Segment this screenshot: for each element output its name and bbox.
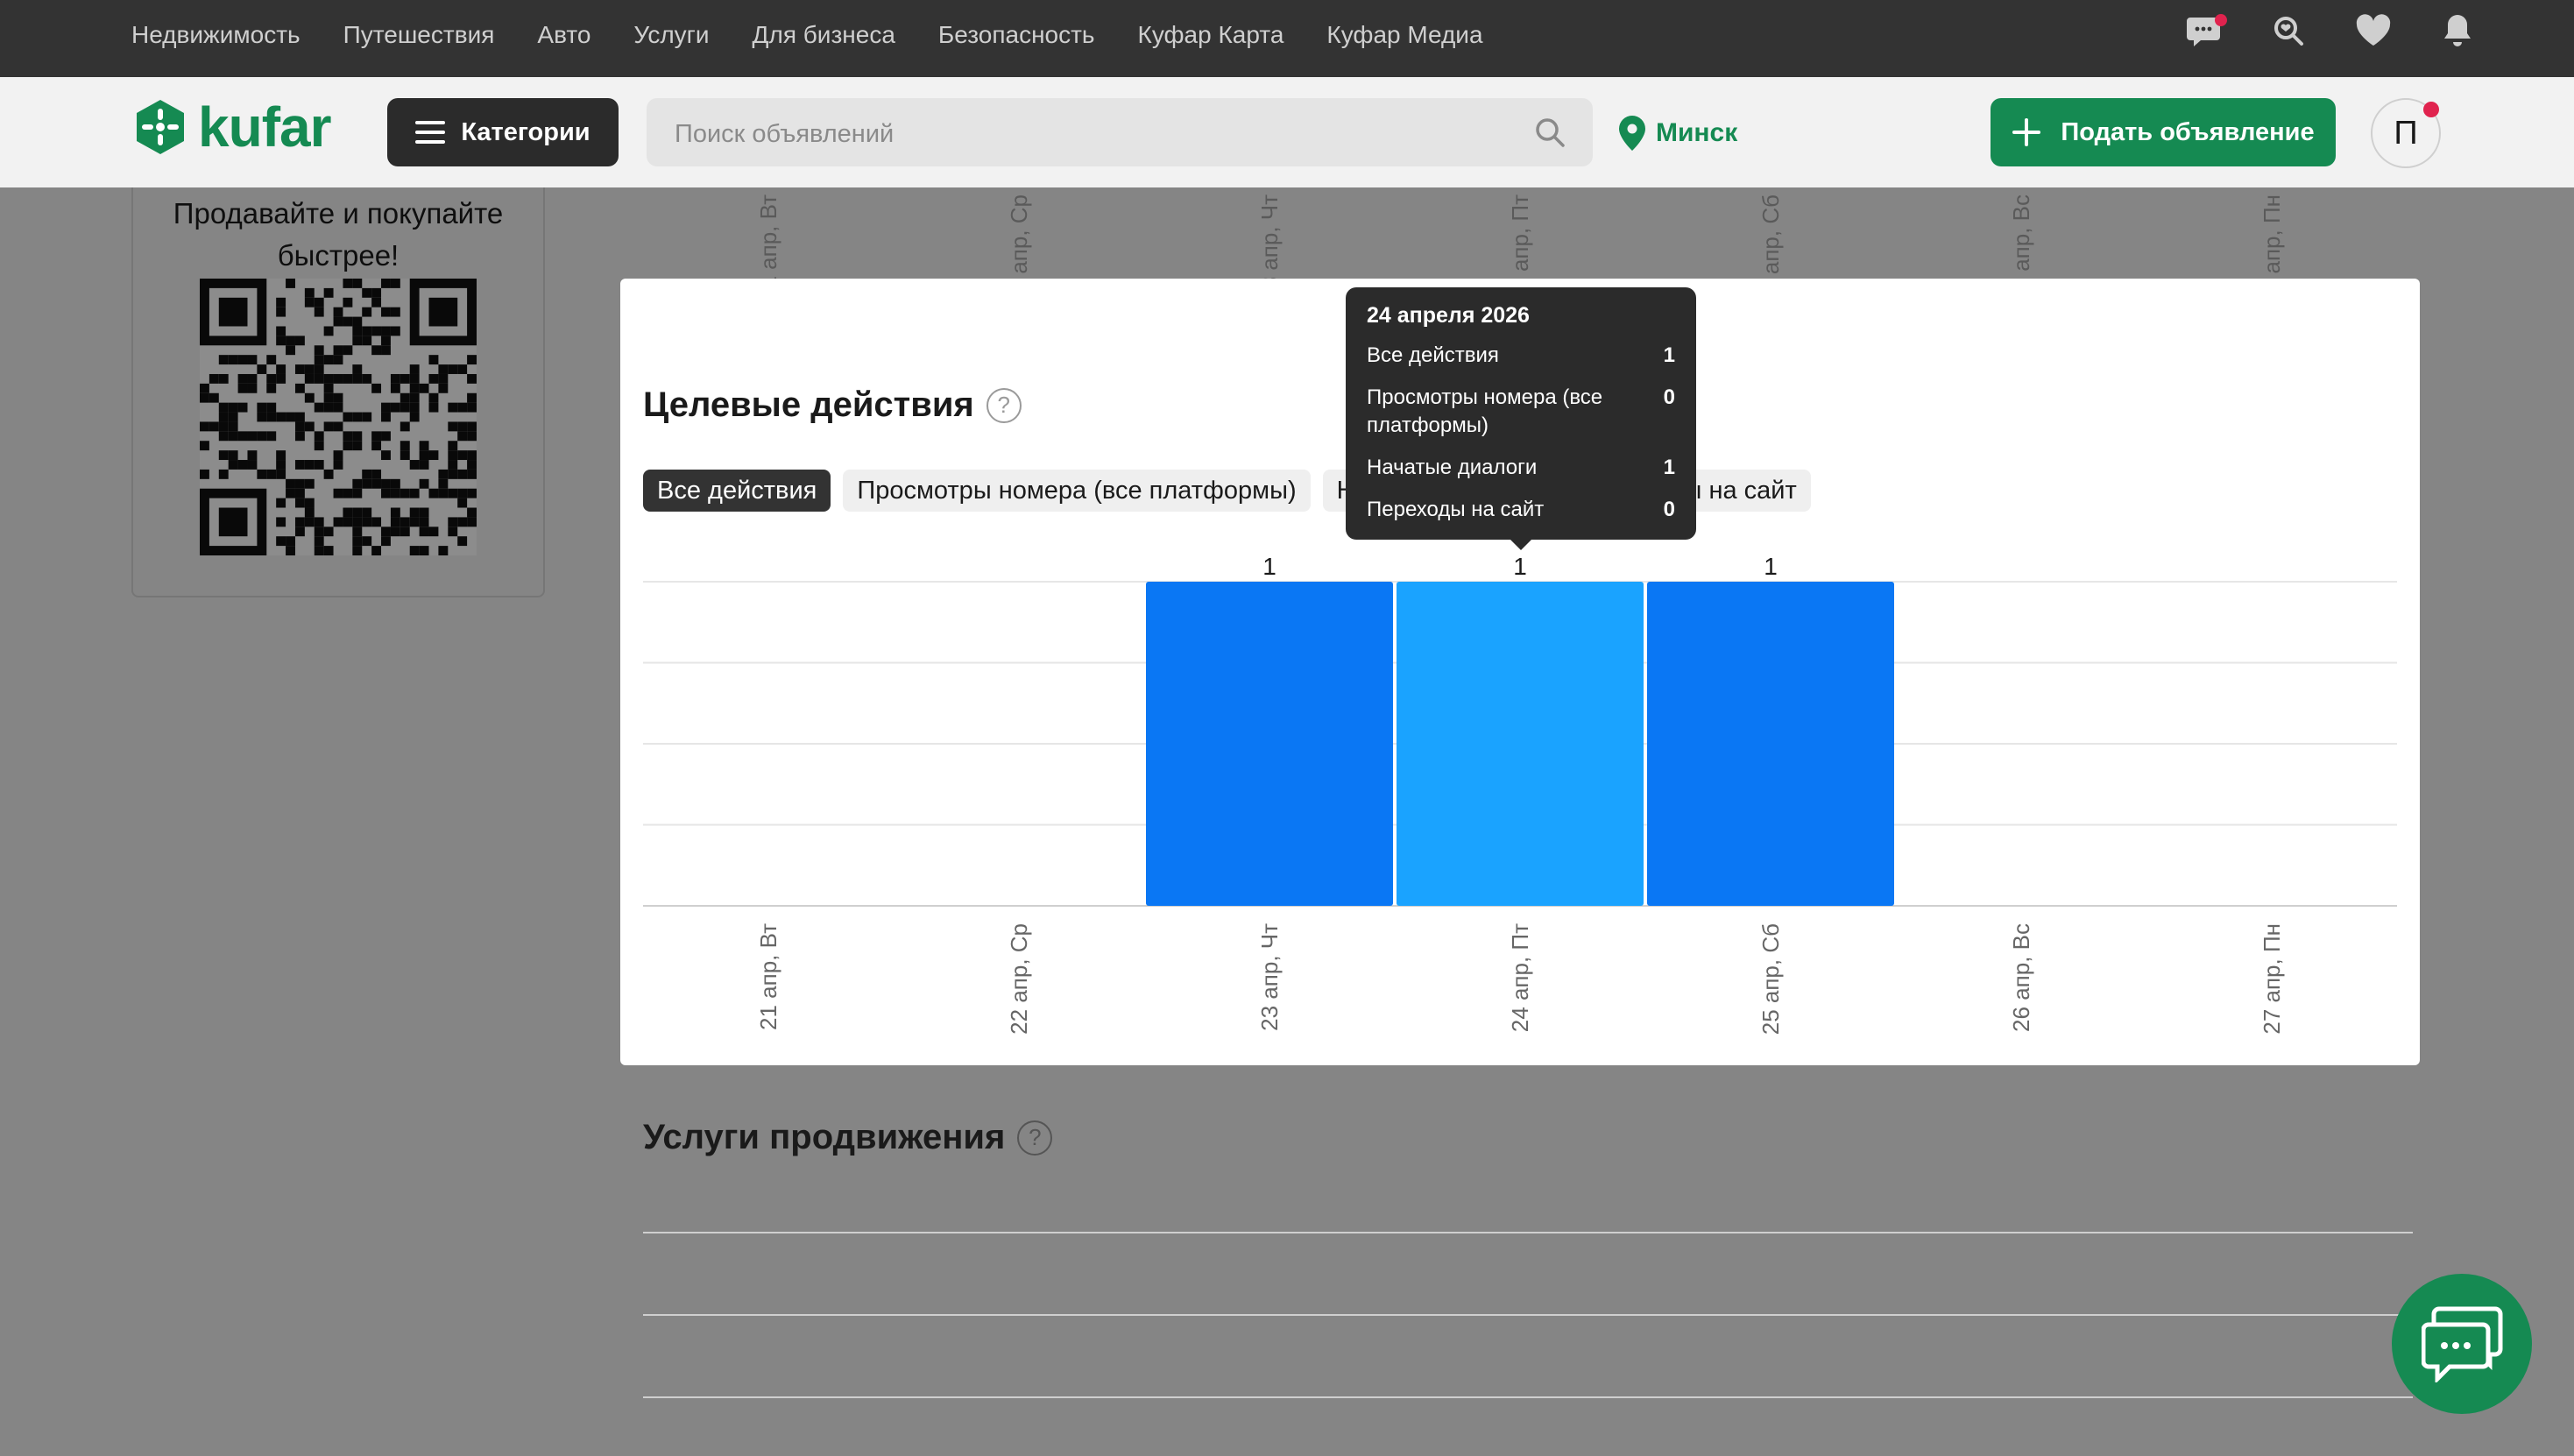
tooltip-row: Переходы на сайт 0 <box>1367 496 1675 524</box>
divider <box>643 1396 2413 1398</box>
chart-data-label: 1 <box>1262 553 1276 580</box>
chart-bar[interactable] <box>1397 582 1644 906</box>
tooltip-title: 24 апреля 2026 <box>1367 303 1530 328</box>
tooltip-row-value: 1 <box>1663 343 1675 367</box>
chart-data-label: 1 <box>1513 553 1527 580</box>
chart-x-tick-label: 26 апр, Вс <box>2008 923 2034 1032</box>
dimmed-x-tick-label: 24 апр, Пт <box>1507 194 1533 289</box>
tooltip-row: Начатые диалоги 1 <box>1367 454 1675 482</box>
tooltip-row-value: 0 <box>1663 498 1675 521</box>
divider <box>643 1232 2413 1233</box>
chat-bubbles-icon <box>2422 1306 2503 1382</box>
chart-data-label: 1 <box>1764 553 1778 580</box>
tooltip-row-value: 0 <box>1663 385 1675 409</box>
chart-x-tick-label: 22 апр, Ср <box>1006 923 1032 1035</box>
dimmed-x-tick-label: 21 апр, Вт <box>755 194 781 289</box>
promotion-services-title-text: Услуги продвижения <box>643 1118 1006 1156</box>
tooltip-row-value: 1 <box>1663 456 1675 479</box>
tooltip-row-label: Начатые диалоги <box>1367 456 1538 479</box>
divider <box>643 1314 2413 1316</box>
tooltip-row-label: Все действия <box>1367 343 1499 367</box>
chart-x-tick-label: 25 апр, Сб <box>1757 923 1784 1035</box>
chart-tooltip: 24 апреля 2026 Все действия 1 Просмотры но… <box>1346 287 1696 550</box>
support-chat-button[interactable] <box>2392 1274 2532 1414</box>
promotion-services-title: Услуги продвижения ? <box>643 1118 1053 1157</box>
dimmed-x-tick-label: 26 апр, Вс <box>2008 194 2034 289</box>
tooltip-row: Просмотры номера (все платформы) 0 <box>1367 384 1675 440</box>
chart-x-tick-label: 27 апр, Пн <box>2259 923 2285 1035</box>
dimmed-chart-axis: 21 апр, Вт 22 апр, Ср 23 апр, Чт 24 апр, Пт… <box>755 194 2285 289</box>
chart-x-tick-label: 21 апр, Вт <box>755 923 781 1030</box>
tooltip-row-label: Просмотры номера (все платформы) <box>1367 385 1603 437</box>
help-icon[interactable]: ? <box>1017 1120 1053 1156</box>
chart-bar[interactable] <box>1146 582 1393 906</box>
dimmed-x-tick-label: 23 апр, Чт <box>1256 194 1283 289</box>
tooltip-arrow <box>1509 538 1533 550</box>
tooltip-row-label: Переходы на сайт <box>1367 498 1545 521</box>
chart-x-tick-label: 23 апр, Чт <box>1256 923 1283 1031</box>
chart-bar[interactable] <box>1647 582 1894 906</box>
chart-x-tick-label: 24 апр, Пт <box>1507 923 1533 1032</box>
dimmed-x-tick-label: 27 апр, Пн <box>2259 194 2285 289</box>
dimmed-x-tick-label: 22 апр, Ср <box>1006 194 1032 289</box>
dimmed-x-tick-label: 25 апр, Сб <box>1757 194 1784 289</box>
tooltip-row: Все действия 1 <box>1367 342 1675 370</box>
